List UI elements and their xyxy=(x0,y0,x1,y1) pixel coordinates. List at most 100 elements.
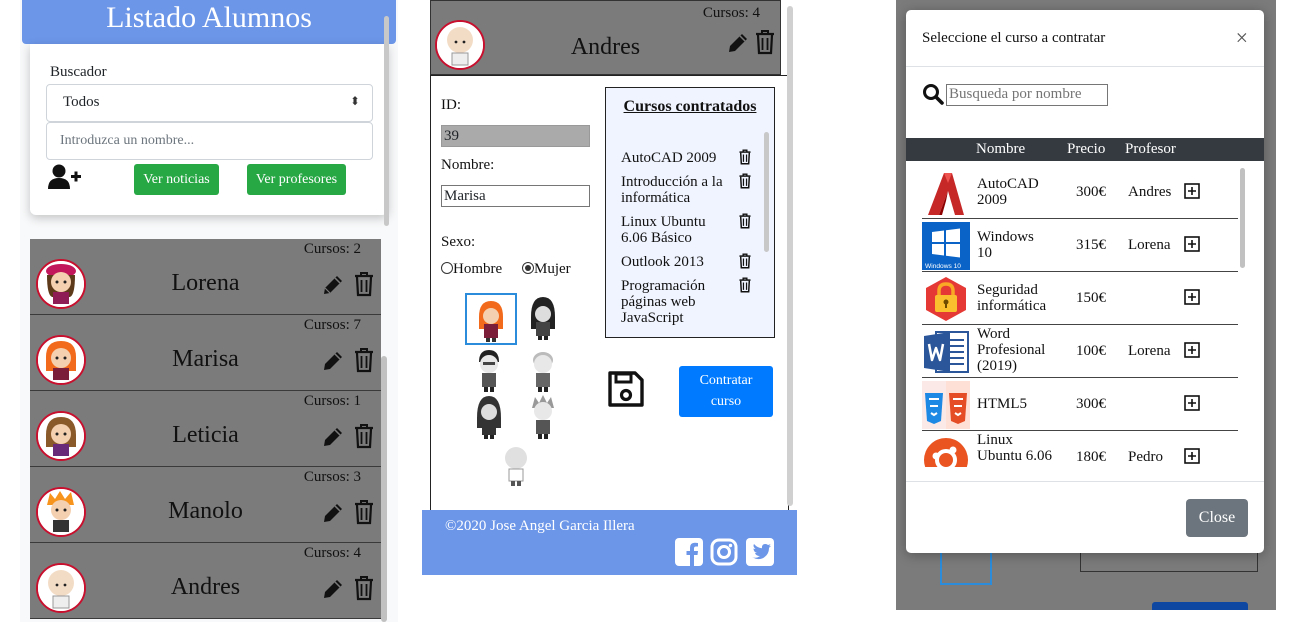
trash-icon[interactable] xyxy=(353,271,375,297)
student-card[interactable]: Cursos: 2 Lorena xyxy=(30,239,381,315)
table-row[interactable]: Seguridad informática 150€ xyxy=(922,272,1238,325)
avatar xyxy=(36,259,86,309)
avatar-option[interactable] xyxy=(519,346,571,398)
avatar-option[interactable] xyxy=(465,392,517,444)
scrollbar[interactable] xyxy=(1240,168,1245,268)
table-row[interactable]: Windows 10 Windows 10 315€ Lorena xyxy=(922,219,1238,272)
user-plus-icon[interactable] xyxy=(48,164,82,190)
student-detail-panel: Cursos: 4 Andres ID: 39 Nombre: Marisa S… xyxy=(416,0,802,575)
trash-icon[interactable] xyxy=(738,173,752,189)
scrollbar[interactable] xyxy=(787,6,793,506)
trash-icon[interactable] xyxy=(738,149,752,165)
contracted-course: AutoCAD 2009 xyxy=(621,150,717,166)
teachers-button[interactable]: Ver profesores xyxy=(247,164,346,195)
plus-square-icon[interactable] xyxy=(1184,342,1200,358)
course-name: HTML5 xyxy=(977,396,1027,412)
course-price: 300€ xyxy=(1076,396,1106,412)
table-row[interactable]: AutoCAD 2009 300€ Andres xyxy=(922,166,1238,219)
autocad-icon xyxy=(922,169,970,217)
plus-square-icon[interactable] xyxy=(1184,395,1200,411)
table-row[interactable]: Linux Ubuntu 6.06 180€ Pedro xyxy=(922,431,1238,467)
pencil-icon[interactable] xyxy=(321,501,345,525)
pencil-icon[interactable] xyxy=(726,31,750,55)
scrollbar[interactable] xyxy=(764,132,769,252)
avatar xyxy=(36,335,86,385)
course-price: 100€ xyxy=(1076,343,1106,359)
id-field: 39 xyxy=(441,125,590,147)
close-icon[interactable]: × xyxy=(1236,25,1248,51)
pencil-icon[interactable] xyxy=(321,425,345,449)
sex-female-label: Mujer xyxy=(534,261,571,277)
filter-select-value: Todos xyxy=(63,94,100,110)
trash-icon[interactable] xyxy=(738,277,752,293)
contract-course-label-line1: Contratar xyxy=(699,373,753,388)
lock-icon xyxy=(922,275,970,323)
plus-square-icon[interactable] xyxy=(1184,448,1200,464)
student-card[interactable]: Cursos: 4 Andres xyxy=(30,543,381,619)
radio-male[interactable] xyxy=(441,262,453,274)
sex-male-option[interactable]: Hombre xyxy=(441,261,502,278)
filter-select[interactable]: Todos ⬍ xyxy=(46,84,373,122)
course-count: Cursos: 2 xyxy=(303,241,361,257)
sex-female-option[interactable]: Mujer xyxy=(522,261,571,278)
trash-icon[interactable] xyxy=(353,575,375,601)
trash-icon[interactable] xyxy=(353,499,375,525)
close-button[interactable]: Close xyxy=(1186,499,1248,537)
student-card[interactable]: Cursos: 4 Andres xyxy=(430,0,781,75)
trash-icon[interactable] xyxy=(738,253,752,269)
plus-square-icon[interactable] xyxy=(1184,289,1200,305)
avatar-option[interactable] xyxy=(519,293,571,345)
copyright-text: ©2020 Jose Angel Garcia Illera xyxy=(445,518,635,534)
course-name-cont: 2009 xyxy=(977,192,1007,208)
plus-square-icon[interactable] xyxy=(1184,183,1200,199)
student-card[interactable]: Cursos: 7 Marisa xyxy=(30,315,381,391)
pencil-icon[interactable] xyxy=(321,577,345,601)
course-name-cont: 10 xyxy=(977,245,992,261)
pencil-icon[interactable] xyxy=(321,349,345,373)
plus-square-icon[interactable] xyxy=(1184,236,1200,252)
news-button[interactable]: Ver noticias xyxy=(134,164,219,195)
course-count: Cursos: 4 xyxy=(702,5,760,21)
scrollbar[interactable] xyxy=(384,16,389,226)
table-row[interactable]: HTML5 300€ xyxy=(922,378,1238,431)
contract-course-label-line2: curso xyxy=(710,394,742,409)
trash-icon[interactable] xyxy=(353,423,375,449)
course-name: Word xyxy=(977,326,1010,342)
course-count: Cursos: 3 xyxy=(303,469,361,485)
trash-icon[interactable] xyxy=(353,347,375,373)
student-card[interactable]: Cursos: 3 Manolo xyxy=(30,467,381,543)
student-card[interactable]: Cursos: 1 Leticia xyxy=(30,391,381,467)
trash-icon[interactable] xyxy=(738,213,752,229)
contracted-courses-title: Cursos contratados xyxy=(623,98,757,115)
col-price: Precio xyxy=(1067,141,1106,157)
twitter-icon[interactable] xyxy=(746,538,774,566)
ubuntu-icon xyxy=(922,434,970,467)
course-name-cont2: (2019) xyxy=(977,358,1017,374)
avatar xyxy=(435,20,485,70)
course-name: AutoCAD xyxy=(977,176,1039,192)
floppy-disk-icon[interactable] xyxy=(607,370,645,408)
course-search-input[interactable]: Busqueda por nombre xyxy=(946,84,1108,106)
name-search-input[interactable]: Introduzca un nombre... xyxy=(46,122,373,160)
sex-label: Sexo: xyxy=(441,234,476,250)
id-label: ID: xyxy=(441,97,461,113)
trash-icon[interactable] xyxy=(754,29,776,55)
contracted-courses-box: Cursos contratados AutoCAD 2009 Introduc… xyxy=(605,87,775,338)
table-row[interactable]: Word Profesional (2019) 100€ Lorena xyxy=(922,325,1238,378)
avatar-option[interactable] xyxy=(492,440,544,492)
facebook-icon[interactable] xyxy=(675,538,703,566)
radio-female[interactable] xyxy=(522,262,534,274)
instagram-icon[interactable] xyxy=(710,538,738,566)
windows-icon: Windows 10 xyxy=(922,222,970,270)
scrollbar[interactable] xyxy=(381,356,387,622)
avatar-option[interactable] xyxy=(465,346,517,398)
course-price: 315€ xyxy=(1076,237,1106,253)
avatar-option[interactable] xyxy=(519,392,571,444)
name-field[interactable]: Marisa xyxy=(441,185,590,207)
contract-course-button[interactable]: Contratar curso xyxy=(679,366,773,417)
divider xyxy=(906,66,1264,67)
course-name: Windows xyxy=(977,229,1034,245)
pencil-icon[interactable] xyxy=(321,273,345,297)
avatar-option[interactable] xyxy=(465,293,517,345)
footer: ©2020 Jose Angel Garcia Illera xyxy=(422,510,797,575)
